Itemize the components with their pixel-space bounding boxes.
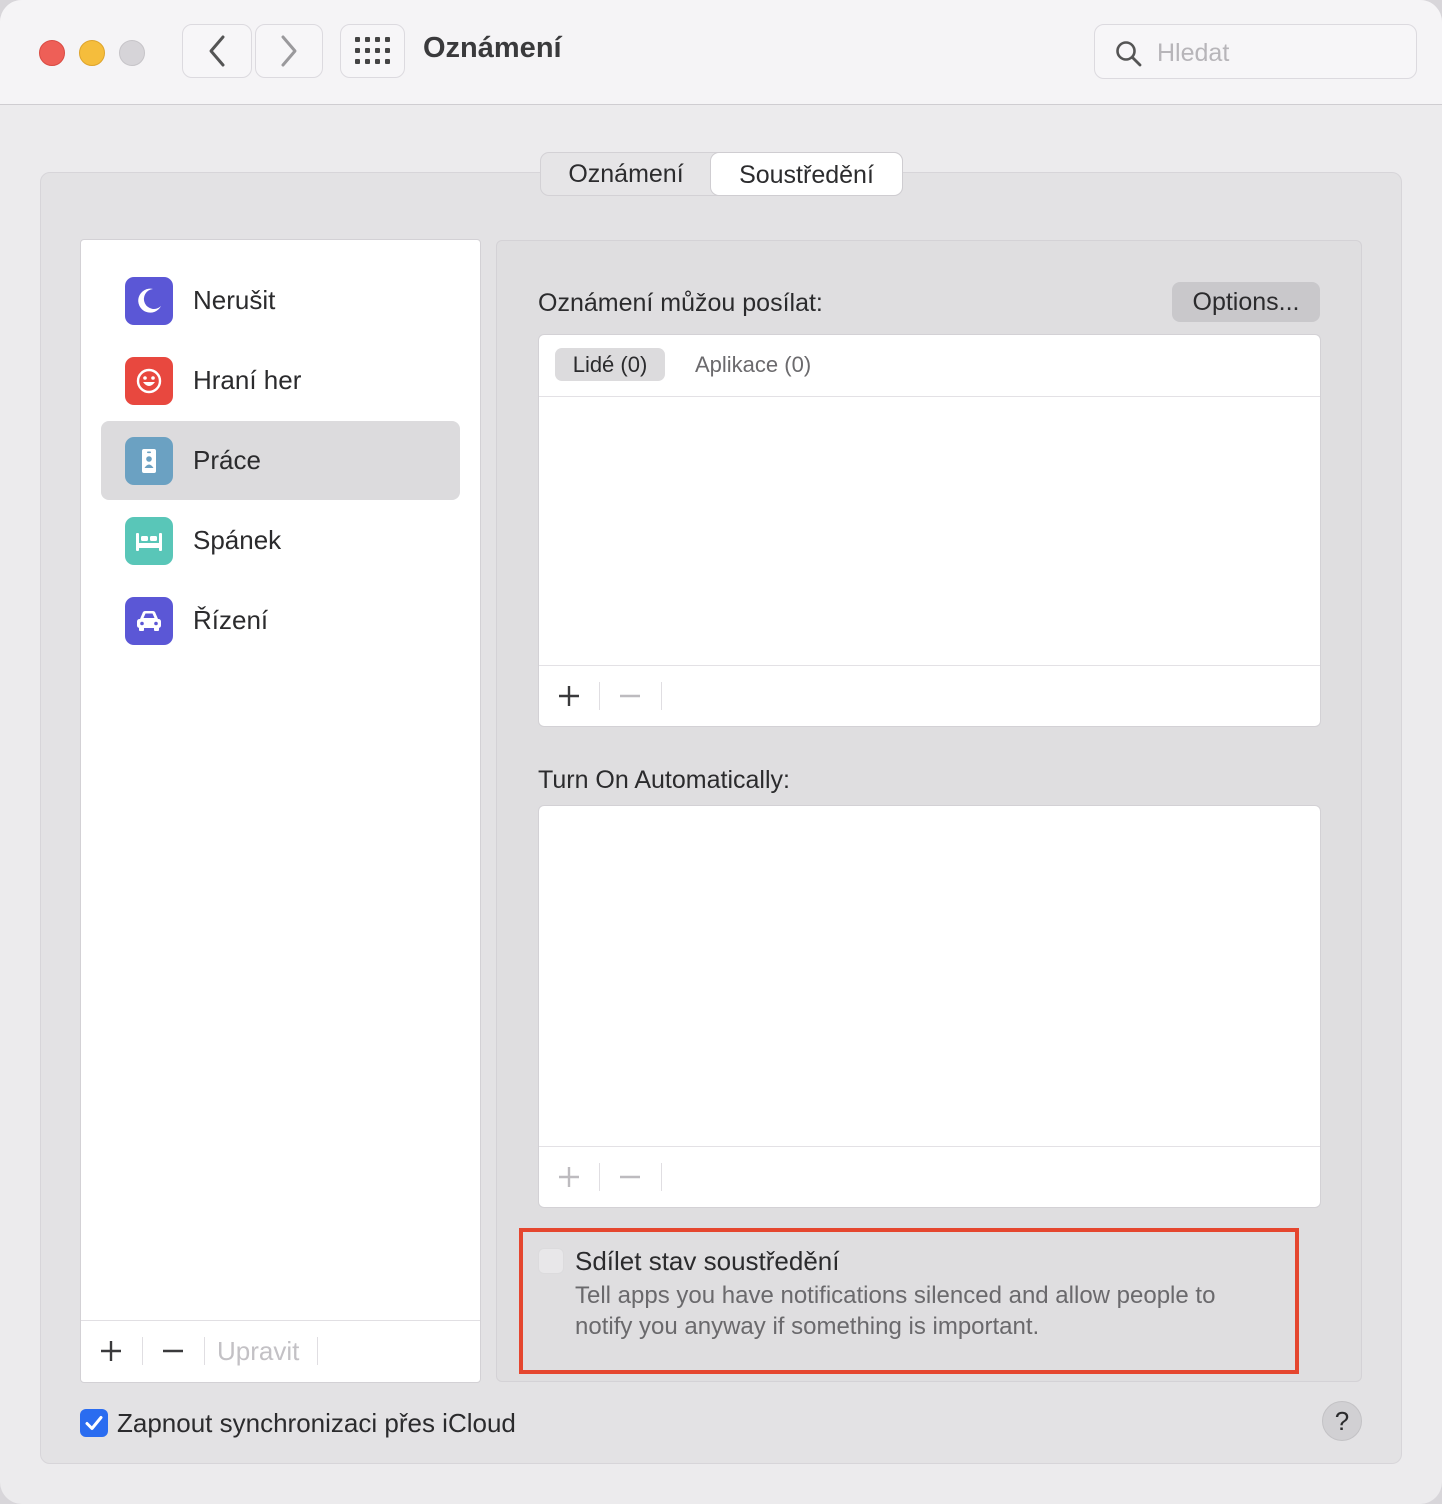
remove-allowed-button[interactable] [600, 666, 660, 726]
remove-automation-button[interactable] [600, 1147, 660, 1207]
focus-item-driving[interactable]: Řízení [101, 581, 460, 660]
plus-icon [559, 1167, 579, 1187]
minus-icon [620, 1175, 640, 1179]
remove-focus-button[interactable] [143, 1321, 203, 1381]
automation-list-toolbar [539, 1146, 1320, 1207]
focus-item-sleep[interactable]: Spánek [101, 501, 460, 580]
allowed-tabs: Lidé (0) Aplikace (0) [539, 335, 1320, 397]
focus-item-label: Řízení [193, 605, 269, 635]
turn-on-automatically-label: Turn On Automatically: [538, 766, 790, 794]
divider [204, 1337, 205, 1365]
show-all-button[interactable] [340, 24, 405, 78]
minimize-window-button[interactable] [79, 40, 105, 66]
focus-mode-list: Nerušit Hraní her Práce Spánek Řízení Up… [80, 239, 481, 1383]
icloud-sync-checkbox[interactable] [80, 1409, 108, 1437]
preferences-window: Oznámení Oznámení Soustředění Nerušit [0, 0, 1442, 1504]
chevron-right-icon [281, 35, 297, 67]
divider [661, 1163, 662, 1191]
focus-item-do-not-disturb[interactable]: Nerušit [101, 261, 460, 340]
tab-apps[interactable]: Aplikace (0) [695, 352, 811, 378]
window-title: Oznámení [423, 32, 562, 64]
focus-list-toolbar: Upravit [81, 1320, 480, 1382]
automation-list-box [538, 805, 1321, 1208]
back-button[interactable] [182, 24, 252, 78]
zoom-window-button[interactable] [119, 40, 145, 66]
icloud-sync-label: Zapnout synchronizaci přes iCloud [117, 1408, 516, 1438]
tab-notifications[interactable]: Oznámení [541, 153, 711, 195]
chevron-left-icon [209, 35, 225, 67]
game-smiley-icon [125, 357, 173, 405]
close-window-button[interactable] [39, 40, 65, 66]
grid-icon [354, 37, 390, 64]
divider [661, 682, 662, 710]
focus-item-gaming[interactable]: Hraní her [101, 341, 460, 420]
minus-icon [620, 694, 640, 698]
checkmark-icon [85, 1416, 103, 1430]
id-badge-icon [125, 437, 173, 485]
search-icon [1116, 41, 1142, 67]
options-button[interactable]: Options... [1172, 282, 1320, 322]
focus-item-label: Spánek [193, 525, 282, 555]
bed-icon [125, 517, 173, 565]
tab-focus[interactable]: Soustředění [710, 152, 903, 196]
moon-icon [125, 277, 173, 325]
add-focus-button[interactable] [81, 1321, 141, 1381]
focus-item-label: Práce [193, 445, 261, 475]
focus-item-label: Nerušit [193, 285, 276, 315]
tab-switcher: Oznámení Soustředění [540, 152, 903, 196]
annotation-highlight-box [519, 1228, 1299, 1374]
allowed-list-toolbar [539, 665, 1320, 726]
search-input[interactable] [1155, 35, 1399, 71]
forward-button[interactable] [255, 24, 323, 78]
tab-people[interactable]: Lidé (0) [555, 348, 665, 381]
add-allowed-button[interactable] [539, 666, 599, 726]
focus-item-work[interactable]: Práce [101, 421, 460, 500]
search-field[interactable] [1094, 24, 1417, 79]
edit-focus-button[interactable]: Upravit [217, 1336, 299, 1367]
plus-icon [101, 1341, 121, 1361]
minus-icon [163, 1349, 183, 1353]
car-icon [125, 597, 173, 645]
focus-item-label: Hraní her [193, 365, 302, 395]
add-automation-button[interactable] [539, 1147, 599, 1207]
divider [317, 1337, 318, 1365]
help-button[interactable]: ? [1322, 1401, 1362, 1441]
allowed-list-box: Lidé (0) Aplikace (0) [538, 334, 1321, 727]
allowed-notifications-label: Oznámení můžou posílat: [538, 289, 823, 317]
plus-icon [559, 686, 579, 706]
title-bar: Oznámení [0, 0, 1442, 105]
